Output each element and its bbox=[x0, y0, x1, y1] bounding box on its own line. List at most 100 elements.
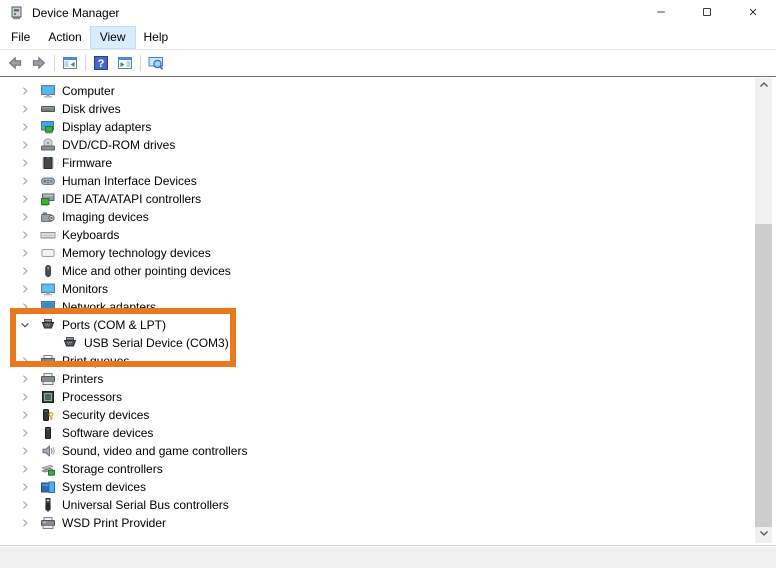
chevron-right-icon[interactable] bbox=[18, 408, 32, 422]
dvd-drive-icon bbox=[40, 137, 56, 153]
chevron-right-icon[interactable] bbox=[18, 516, 32, 530]
menu-action[interactable]: Action bbox=[39, 27, 90, 48]
window-controls bbox=[638, 0, 776, 26]
system-device-icon bbox=[40, 479, 56, 495]
chevron-right-icon[interactable] bbox=[18, 174, 32, 188]
tree-item-label: Keyboards bbox=[62, 228, 119, 242]
tree-item-label: Ports (COM & LPT) bbox=[62, 318, 166, 332]
chevron-right-icon[interactable] bbox=[18, 192, 32, 206]
chevron-right-icon[interactable] bbox=[18, 282, 32, 296]
tree-item-label: Human Interface Devices bbox=[62, 174, 197, 188]
scrollbar-thumb[interactable] bbox=[755, 224, 772, 527]
tree-item-firmware[interactable]: Firmware bbox=[0, 154, 776, 172]
tree-item-label: System devices bbox=[62, 480, 146, 494]
chevron-right-icon[interactable] bbox=[18, 426, 32, 440]
chevron-right-icon[interactable] bbox=[18, 480, 32, 494]
serial-port-icon bbox=[40, 317, 56, 333]
usb-icon bbox=[40, 497, 56, 513]
tree-item-label: IDE ATA/ATAPI controllers bbox=[62, 192, 201, 206]
tree-item-dvd-cd-rom-drives[interactable]: DVD/CD-ROM drives bbox=[0, 136, 776, 154]
tree-item-label: Software devices bbox=[62, 426, 153, 440]
menu-help[interactable]: Help bbox=[135, 27, 178, 48]
tree-item-usb-serial-device-com3[interactable]: USB Serial Device (COM3) bbox=[0, 334, 776, 352]
chevron-right-icon[interactable] bbox=[18, 210, 32, 224]
tree-item-label: Disk drives bbox=[62, 102, 121, 116]
device-manager-window: { "window": { "title": "Device Manager",… bbox=[0, 0, 776, 568]
status-bar bbox=[0, 545, 776, 568]
back-button[interactable] bbox=[3, 52, 27, 74]
tree-item-mice-and-other-pointing-devices[interactable]: Mice and other pointing devices bbox=[0, 262, 776, 280]
title-bar[interactable]: Device Manager bbox=[0, 0, 776, 26]
tree-item-keyboards[interactable]: Keyboards bbox=[0, 226, 776, 244]
chevron-right-icon[interactable] bbox=[18, 156, 32, 170]
chevron-right-icon[interactable] bbox=[18, 498, 32, 512]
minimize-icon bbox=[655, 6, 667, 21]
tree-item-print-queues[interactable]: Print queues bbox=[0, 352, 776, 370]
toolbar-separator bbox=[85, 55, 86, 71]
scan-hardware-changes-button[interactable] bbox=[144, 52, 168, 74]
svg-text:?: ? bbox=[98, 58, 105, 70]
tree-item-sound-video-and-game-controllers[interactable]: Sound, video and game controllers bbox=[0, 442, 776, 460]
chevron-down-icon[interactable] bbox=[18, 318, 32, 332]
maximize-icon bbox=[701, 6, 713, 21]
tree-item-display-adapters[interactable]: Display adapters bbox=[0, 118, 776, 136]
action-pane-icon bbox=[117, 55, 133, 71]
tree-item-imaging-devices[interactable]: Imaging devices bbox=[0, 208, 776, 226]
chevron-right-icon[interactable] bbox=[18, 102, 32, 116]
show-hide-action-pane-button[interactable] bbox=[113, 52, 137, 74]
tree-item-computer[interactable]: Computer bbox=[0, 82, 776, 100]
tree-item-disk-drives[interactable]: Disk drives bbox=[0, 100, 776, 118]
tree-item-label: Processors bbox=[62, 390, 122, 404]
tree-item-printers[interactable]: Printers bbox=[0, 370, 776, 388]
vertical-scrollbar[interactable] bbox=[755, 78, 772, 543]
print-queue-icon bbox=[40, 353, 56, 369]
tree-item-network-adapters[interactable]: Network adapters bbox=[0, 298, 776, 316]
chevron-right-icon[interactable] bbox=[18, 444, 32, 458]
chevron-right-icon[interactable] bbox=[18, 120, 32, 134]
tree-item-label: Security devices bbox=[62, 408, 149, 422]
maximize-button[interactable] bbox=[684, 0, 730, 26]
chevron-right-icon[interactable] bbox=[18, 228, 32, 242]
software-device-icon bbox=[40, 425, 56, 441]
tree-item-monitors[interactable]: Monitors bbox=[0, 280, 776, 298]
menu-bar: FileActionViewHelp bbox=[0, 26, 776, 50]
tree-item-label: WSD Print Provider bbox=[62, 516, 166, 530]
tree-item-storage-controllers[interactable]: Storage controllers bbox=[0, 460, 776, 478]
tree-item-wsd-print-provider[interactable]: WSD Print Provider bbox=[0, 514, 776, 532]
help-button[interactable]: ? bbox=[89, 52, 113, 74]
tree-item-software-devices[interactable]: Software devices bbox=[0, 424, 776, 442]
menu-file[interactable]: File bbox=[2, 27, 39, 48]
tree-item-processors[interactable]: Processors bbox=[0, 388, 776, 406]
security-device-icon bbox=[40, 407, 56, 423]
chevron-right-icon[interactable] bbox=[18, 138, 32, 152]
show-hide-console-tree-button[interactable] bbox=[58, 52, 82, 74]
chevron-right-icon[interactable] bbox=[18, 84, 32, 98]
close-button[interactable] bbox=[730, 0, 776, 26]
scroll-down-button[interactable] bbox=[755, 526, 772, 543]
tree-item-universal-serial-bus-controllers[interactable]: Universal Serial Bus controllers bbox=[0, 496, 776, 514]
tree-item-label: Computer bbox=[62, 84, 115, 98]
chevron-right-icon[interactable] bbox=[18, 390, 32, 404]
chevron-right-icon[interactable] bbox=[18, 300, 32, 314]
scroll-down-icon bbox=[756, 525, 772, 544]
chevron-spacer bbox=[40, 336, 54, 350]
menu-view[interactable]: View bbox=[91, 27, 135, 48]
scroll-up-button[interactable] bbox=[755, 78, 772, 95]
chevron-right-icon[interactable] bbox=[18, 246, 32, 260]
chevron-right-icon[interactable] bbox=[18, 462, 32, 476]
tree-item-security-devices[interactable]: Security devices bbox=[0, 406, 776, 424]
chevron-right-icon[interactable] bbox=[18, 354, 32, 368]
tree-item-label: Storage controllers bbox=[62, 462, 163, 476]
device-manager-icon bbox=[8, 5, 24, 21]
chevron-right-icon[interactable] bbox=[18, 264, 32, 278]
tree-item-ide-ata-atapi-controllers[interactable]: IDE ATA/ATAPI controllers bbox=[0, 190, 776, 208]
tree-item-label: Imaging devices bbox=[62, 210, 149, 224]
chevron-right-icon[interactable] bbox=[18, 372, 32, 386]
tree-item-human-interface-devices[interactable]: Human Interface Devices bbox=[0, 172, 776, 190]
network-adapter-icon bbox=[40, 299, 56, 315]
forward-button[interactable] bbox=[27, 52, 51, 74]
tree-item-memory-technology-devices[interactable]: Memory technology devices bbox=[0, 244, 776, 262]
minimize-button[interactable] bbox=[638, 0, 684, 26]
tree-item-system-devices[interactable]: System devices bbox=[0, 478, 776, 496]
tree-item-ports-com-lpt[interactable]: Ports (COM & LPT) bbox=[0, 316, 776, 334]
